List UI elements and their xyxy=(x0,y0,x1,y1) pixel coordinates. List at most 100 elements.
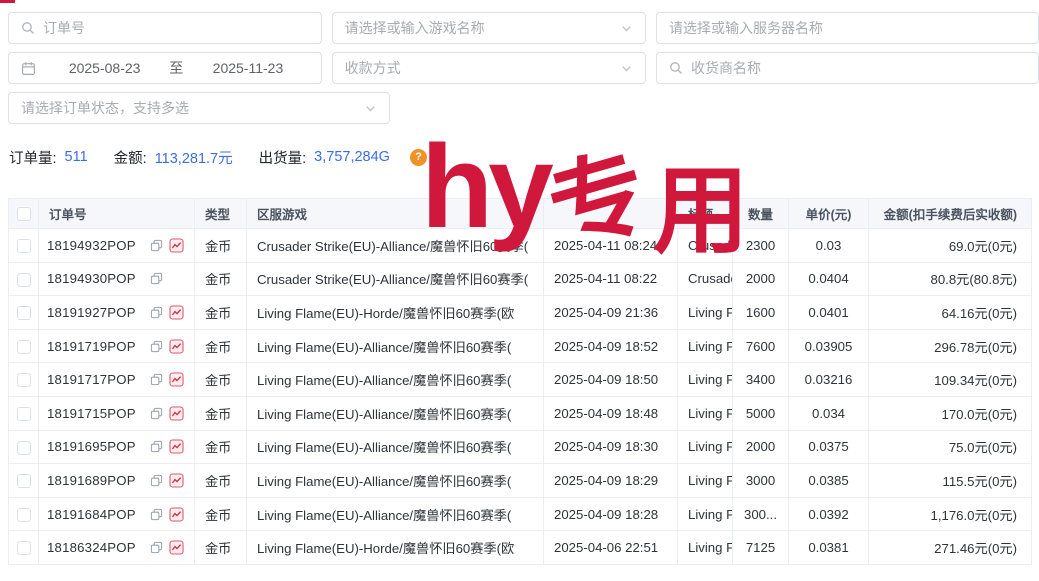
order-id: 18191717POP xyxy=(47,372,136,387)
order-time-cell: 2025-04-09 18:29 xyxy=(544,464,678,498)
server-placeholder: 请选择或输入服务器名称 xyxy=(669,18,1026,38)
row-checkbox[interactable] xyxy=(17,508,31,522)
screenshot-image-icon[interactable] xyxy=(169,406,184,421)
row-checkbox[interactable] xyxy=(17,474,31,488)
order-id-cell: 18186324POP xyxy=(39,531,195,565)
column-header-1: 类型 xyxy=(195,199,247,229)
order-no-input[interactable]: 订单号 xyxy=(8,12,322,44)
unit-price-cell: 0.0385 xyxy=(789,464,869,498)
order-time-cell: 2025-04-11 08:24 xyxy=(544,229,678,263)
order-no-placeholder: 订单号 xyxy=(43,18,309,38)
copy-icon[interactable] xyxy=(150,508,163,521)
type-cell: 金币 xyxy=(195,396,247,430)
quantity-cell: 7600 xyxy=(733,329,789,363)
receiver-input[interactable]: 收货商名称 xyxy=(656,52,1039,84)
date-range-input[interactable]: 2025-08-23 至 2025-11-23 xyxy=(8,52,322,84)
screenshot-image-icon[interactable] xyxy=(169,507,184,522)
amount-cell: 115.5元(0元) xyxy=(869,464,1032,498)
type-cell: 金币 xyxy=(195,363,247,397)
corner-red-mark xyxy=(0,0,15,3)
orders-table: 订单号类型区服游戏标题数量单价(元)金额(扣手续费后实收额) 18194932P… xyxy=(8,198,1032,565)
order-time-cell: 2025-04-09 21:36 xyxy=(544,296,678,330)
row-checkbox[interactable] xyxy=(17,373,31,387)
table-row: 18186324POP 金币 Living Flame(EU)-Horde/魔兽… xyxy=(9,531,1032,565)
realm-game-cell: Living Flame(EU)-Alliance/魔兽怀旧60赛季( xyxy=(247,329,544,363)
column-header-5: 数量 xyxy=(733,199,789,229)
copy-icon[interactable] xyxy=(150,239,163,252)
screenshot-image-icon[interactable] xyxy=(169,439,184,454)
screenshot-image-icon[interactable] xyxy=(169,473,184,488)
copy-icon[interactable] xyxy=(150,340,163,353)
help-icon[interactable]: ? xyxy=(410,149,427,166)
order-status-select[interactable]: 请选择订单状态，支持多选 xyxy=(8,92,390,124)
copy-icon[interactable] xyxy=(150,272,163,285)
quantity-cell: 5000 xyxy=(733,396,789,430)
select-all-header xyxy=(9,199,39,229)
row-checkbox[interactable] xyxy=(17,306,31,320)
unit-price-cell: 0.0404 xyxy=(789,262,869,296)
row-checkbox[interactable] xyxy=(17,407,31,421)
screenshot-image-icon[interactable] xyxy=(169,372,184,387)
filter-bar: 订单号 请选择或输入游戏名称 请选择或输入服务器名称 2025-08-23 至 … xyxy=(0,0,1039,124)
screenshot-image-icon[interactable] xyxy=(169,339,184,354)
server-select[interactable]: 请选择或输入服务器名称 xyxy=(656,12,1039,44)
row-select-cell xyxy=(9,363,39,397)
copy-icon[interactable] xyxy=(150,440,163,453)
title-cell: Crusade xyxy=(678,262,733,296)
realm-game-cell: Living Flame(EU)-Horde/魔兽怀旧60赛季(欧 xyxy=(247,296,544,330)
game-select[interactable]: 请选择或输入游戏名称 xyxy=(332,12,646,44)
order-id: 18186324POP xyxy=(47,540,136,555)
row-select-cell xyxy=(9,497,39,531)
amount-label: 金额: xyxy=(114,147,147,168)
screenshot-image-icon[interactable] xyxy=(169,540,184,555)
row-checkbox[interactable] xyxy=(17,239,31,253)
quantity-cell: 1600 xyxy=(733,296,789,330)
table-row: 18191689POP 金币 Living Flame(EU)-Alliance… xyxy=(9,464,1032,498)
row-select-cell xyxy=(9,262,39,296)
row-select-cell xyxy=(9,531,39,565)
row-checkbox[interactable] xyxy=(17,441,31,455)
row-select-cell xyxy=(9,430,39,464)
type-cell: 金币 xyxy=(195,329,247,363)
table-row: 18191695POP 金币 Living Flame(EU)-Alliance… xyxy=(9,430,1032,464)
column-header-4: 标题 xyxy=(678,199,733,229)
quantity-cell: 7125 xyxy=(733,531,789,565)
unit-price-cell: 0.0375 xyxy=(789,430,869,464)
payment-method-select[interactable]: 收款方式 xyxy=(332,52,646,84)
order-time-cell: 2025-04-09 18:50 xyxy=(544,363,678,397)
order-id-cell: 18194932POP xyxy=(39,229,195,263)
title-cell: Living Fl xyxy=(678,396,733,430)
order-id-cell: 18191927POP xyxy=(39,296,195,330)
copy-icon[interactable] xyxy=(150,474,163,487)
copy-icon[interactable] xyxy=(150,407,163,420)
row-checkbox[interactable] xyxy=(17,541,31,555)
select-all-checkbox[interactable] xyxy=(17,207,31,221)
table-row: 18191927POP 金币 Living Flame(EU)-Horde/魔兽… xyxy=(9,296,1032,330)
realm-game-cell: Living Flame(EU)-Alliance/魔兽怀旧60赛季( xyxy=(247,430,544,464)
date-end-value[interactable]: 2025-11-23 xyxy=(187,60,308,76)
unit-price-cell: 0.03216 xyxy=(789,363,869,397)
amount-cell: 64.16元(0元) xyxy=(869,296,1032,330)
amount-cell: 80.8元(80.8元) xyxy=(869,262,1032,296)
copy-icon[interactable] xyxy=(150,541,163,554)
screenshot-image-icon[interactable] xyxy=(169,305,184,320)
order-time-cell: 2025-04-11 08:22 xyxy=(544,262,678,296)
type-cell: 金币 xyxy=(195,464,247,498)
title-cell: Living Fl xyxy=(678,464,733,498)
order-time-cell: 2025-04-09 18:52 xyxy=(544,329,678,363)
table-row: 18191719POP 金币 Living Flame(EU)-Alliance… xyxy=(9,329,1032,363)
row-checkbox[interactable] xyxy=(17,273,31,287)
search-icon xyxy=(21,21,35,35)
order-id-cell: 18191695POP xyxy=(39,430,195,464)
realm-game-cell: Living Flame(EU)-Alliance/魔兽怀旧60赛季( xyxy=(247,497,544,531)
screenshot-image-icon[interactable] xyxy=(169,238,184,253)
row-checkbox[interactable] xyxy=(17,340,31,354)
copy-icon[interactable] xyxy=(150,306,163,319)
row-select-cell xyxy=(9,329,39,363)
table-row: 18194932POP 金币 Crusader Strike(EU)-Allia… xyxy=(9,229,1032,263)
column-header-0: 订单号 xyxy=(39,199,195,229)
date-start-value[interactable]: 2025-08-23 xyxy=(44,60,165,76)
title-cell: Living Fl xyxy=(678,497,733,531)
copy-icon[interactable] xyxy=(150,373,163,386)
amount-cell: 170.0元(0元) xyxy=(869,396,1032,430)
